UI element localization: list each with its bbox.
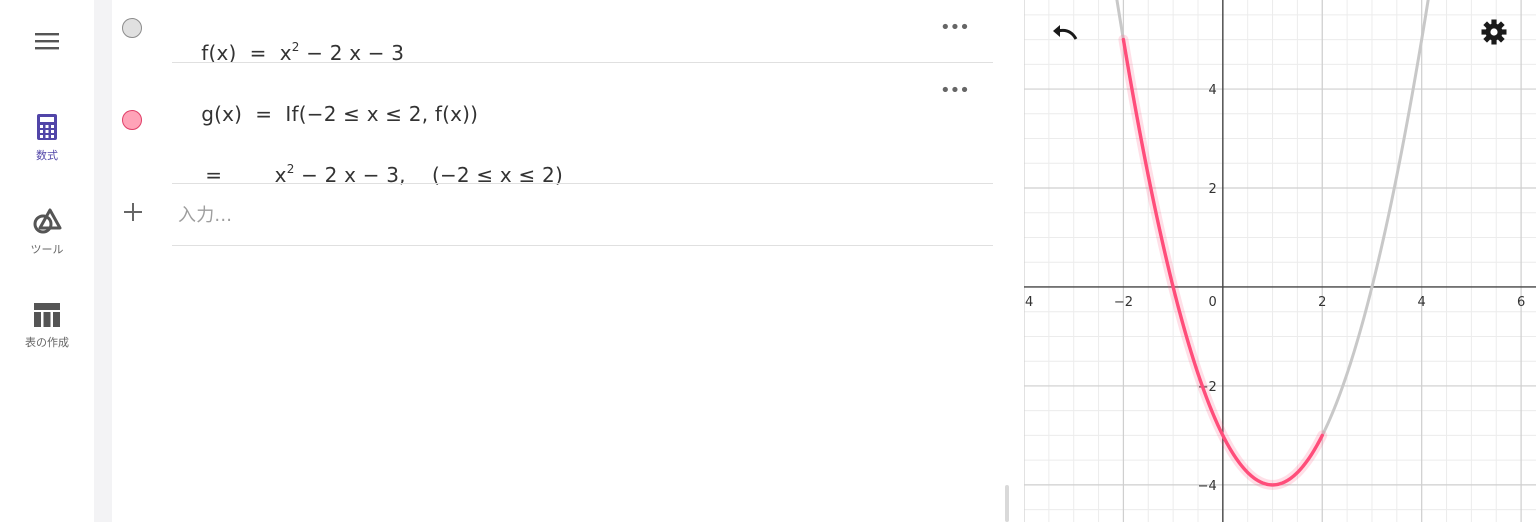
hamburger-menu-icon (35, 33, 59, 50)
sidebar-item-label: ツール (30, 243, 64, 256)
sidebar-item-algebra[interactable]: 数式 (0, 113, 94, 163)
scrollbar[interactable] (1005, 485, 1009, 522)
expression-g-result: = x2 − 2 x − 3, (−2 ≤ x ≤ 2) (179, 138, 563, 211)
visibility-toggle-f[interactable] (122, 18, 142, 38)
graphics-view[interactable]: 4 −2 0 2 4 6 4 2 −2 −4 (1024, 0, 1536, 522)
sidebar-item-table[interactable]: 表の作成 (0, 302, 94, 350)
x-tick-label: 4 (1025, 295, 1033, 310)
expression-lhs: g(x) (201, 102, 243, 126)
equals-sign: = (255, 102, 273, 126)
calculator-icon (37, 114, 57, 140)
add-button[interactable] (121, 200, 145, 224)
sidebar-item-label: 数式 (36, 149, 58, 162)
graph-canvas[interactable]: 4 −2 0 2 4 642−2−4 (1024, 0, 1536, 522)
tools-icon (33, 208, 62, 234)
visibility-toggle-g[interactable] (122, 110, 142, 130)
row-divider (172, 62, 993, 63)
settings-button[interactable] (1480, 18, 1508, 46)
row-divider (172, 183, 993, 184)
x-tick-label: 0 (1209, 295, 1217, 310)
sidebar: 数式 ツール 表の作成 (0, 0, 94, 522)
table-icon (34, 303, 60, 327)
algebra-view: f(x) = x2 − 2 x − 3 ••• g(x) = If(−2 ≤ x… (112, 0, 1008, 522)
expression-rest: If(−2 ≤ x ≤ 2, f(x)) (285, 102, 479, 126)
more-options-button-f[interactable]: ••• (940, 19, 970, 37)
x-tick-label: 4 (1418, 295, 1426, 310)
plus-icon (124, 203, 142, 221)
more-options-button-g[interactable]: ••• (940, 82, 970, 100)
y-tick-label: 4 (1209, 83, 1217, 98)
x-tick-label: 6 (1517, 295, 1525, 310)
sidebar-item-tools[interactable]: ツール (0, 207, 94, 257)
gear-icon (1481, 19, 1507, 45)
y-tick-label: 2 (1209, 182, 1217, 197)
undo-button[interactable] (1050, 20, 1080, 44)
exponent: 2 (286, 162, 295, 176)
menu-button[interactable] (0, 30, 94, 56)
panel-divider (94, 0, 112, 522)
undo-icon (1053, 25, 1078, 40)
x-tick-label: 2 (1318, 295, 1326, 310)
exponent: 2 (291, 40, 300, 54)
sidebar-item-label: 表の作成 (25, 336, 69, 349)
input-bar[interactable]: 入力... (178, 201, 232, 227)
row-divider (172, 245, 993, 246)
x-tick-label: −2 (1114, 295, 1133, 310)
y-tick-label: −4 (1198, 479, 1217, 494)
